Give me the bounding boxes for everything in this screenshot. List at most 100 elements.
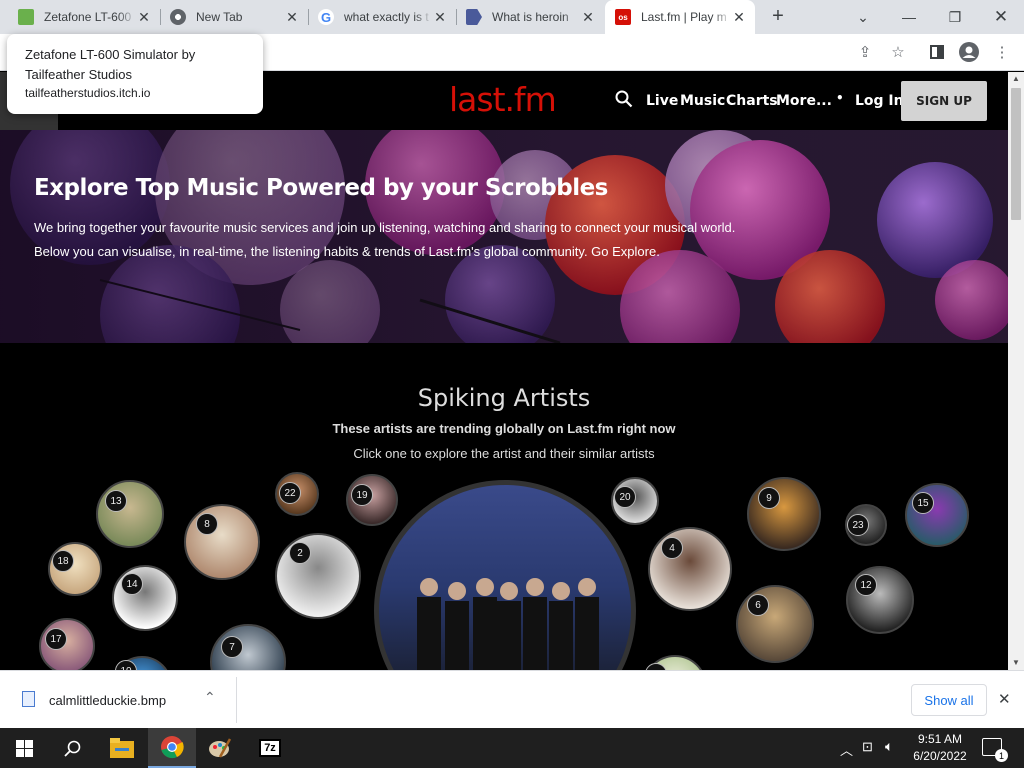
search-icon[interactable]	[48, 728, 96, 768]
artist-rank-badge: 9	[758, 487, 780, 509]
tab-title: what exactly is t	[344, 10, 429, 24]
file-explorer-icon[interactable]	[98, 728, 146, 768]
chrome-icon[interactable]	[148, 728, 196, 768]
new-tab-button[interactable]: +	[766, 5, 790, 29]
close-icon[interactable]: ✕	[284, 9, 300, 25]
artist-bubble[interactable]	[736, 585, 814, 663]
paint-icon[interactable]	[196, 728, 244, 768]
tab-title: Zetafone LT-600	[44, 10, 132, 24]
signup-button[interactable]: SIGN UP	[901, 81, 987, 121]
login-link[interactable]: Log In	[855, 93, 904, 109]
tab-google-search[interactable]: G what exactly is t ✕	[308, 0, 456, 34]
spiking-artists-subtitle: These artists are trending globally on L…	[332, 421, 676, 436]
artist-rank-badge: 7	[221, 636, 243, 658]
tab-title: New Tab	[196, 10, 243, 24]
restore-button[interactable]: ❐	[932, 0, 978, 34]
browser-tab-strip: Zetafone LT-600 ✕ New Tab ✕ G what exact…	[0, 0, 1024, 34]
scrollbar-thumb[interactable]	[1011, 88, 1021, 220]
tab-title: What is heroin	[492, 10, 569, 24]
spiking-artists-hint: Click one to explore the artist and thei…	[353, 446, 655, 461]
artist-rank-badge: 2	[289, 542, 311, 564]
page-scrollbar[interactable]: ▲ ▼	[1008, 72, 1024, 670]
tab-lastfm[interactable]: os Last.fm | Play m ✕	[605, 0, 755, 34]
scroll-down-arrow-icon[interactable]: ▼	[1008, 656, 1024, 670]
artist-bubble[interactable]	[275, 533, 361, 619]
close-icon[interactable]: ✕	[432, 9, 448, 25]
chevron-up-icon[interactable]: ⌃	[204, 689, 216, 706]
artist-bubble[interactable]	[648, 527, 732, 611]
artist-bubble-top[interactable]	[374, 480, 636, 670]
download-filename[interactable]: calmlittleduckie.bmp	[49, 693, 166, 708]
hero-description-2: Below you can visualise, in real-time, t…	[34, 244, 660, 259]
lastfm-icon: os	[615, 9, 631, 25]
artist-bubble[interactable]	[112, 565, 178, 631]
artist-bubble[interactable]	[747, 477, 821, 551]
windows-taskbar: 7z ︿ ⊡ 🔈︎ 9:51 AM 6/20/2022 1	[0, 728, 1024, 768]
artist-rank-badge: 12	[855, 574, 877, 596]
tab-heroin-article[interactable]: What is heroin ✕	[456, 0, 604, 34]
artist-bubble[interactable]	[905, 483, 969, 547]
artist-rank-badge: 15	[912, 492, 934, 514]
close-icon[interactable]: ✕	[580, 9, 596, 25]
tooltip-title: Zetafone LT-600 Simulator by Tailfeather…	[25, 47, 196, 82]
system-clock[interactable]: 9:51 AM 6/20/2022	[905, 731, 975, 765]
tab-hover-tooltip: Zetafone LT-600 Simulator by Tailfeather…	[7, 34, 263, 114]
close-icon[interactable]: ✕	[136, 9, 152, 25]
lastfm-logo[interactable]: last.fm	[449, 80, 557, 119]
chrome-icon	[170, 9, 186, 25]
notifications-icon[interactable]: 1	[982, 738, 1008, 762]
artist-rank-badge: 18	[52, 550, 74, 572]
nav-more[interactable]: More...	[776, 93, 832, 109]
spiking-artists-title: Spiking Artists	[417, 384, 591, 412]
search-icon[interactable]	[615, 90, 633, 112]
nav-dot: •	[836, 91, 844, 105]
menu-kebab-icon[interactable]: ⋮	[990, 40, 1014, 64]
side-panel-icon[interactable]	[925, 40, 949, 64]
file-icon	[22, 691, 35, 707]
profile-avatar-icon[interactable]	[957, 40, 981, 64]
google-icon: G	[318, 9, 334, 25]
artist-rank-badge: 22	[279, 482, 301, 504]
tab-new-tab[interactable]: New Tab ✕	[160, 0, 308, 34]
nav-live[interactable]: Live	[646, 93, 678, 109]
volume-icon[interactable]: 🔈︎	[885, 738, 893, 755]
share-icon[interactable]: ⇪	[853, 40, 877, 64]
artist-rank-badge: 17	[45, 628, 67, 650]
hero-title: Explore Top Music Powered by your Scrobb…	[34, 175, 608, 201]
zetafone-icon	[18, 9, 34, 25]
windows-start-icon[interactable]	[0, 728, 48, 768]
screen: Zetafone LT-600 ✕ New Tab ✕ G what exact…	[0, 0, 1024, 768]
artist-rank-badge: 19	[351, 484, 373, 506]
hero-banner: Explore Top Music Powered by your Scrobb…	[0, 130, 1008, 343]
scroll-up-arrow-icon[interactable]: ▲	[1008, 72, 1024, 86]
7zip-icon[interactable]: 7z	[246, 728, 294, 768]
tab-zetafone[interactable]: Zetafone LT-600 ✕	[8, 0, 160, 34]
close-icon[interactable]: ✕	[998, 690, 1011, 708]
artist-rank-badge: 23	[847, 514, 869, 536]
nav-music[interactable]: Music	[680, 93, 725, 109]
close-icon[interactable]: ✕	[731, 9, 747, 25]
artist-bubble[interactable]	[184, 504, 260, 580]
network-icon[interactable]: ⊡	[862, 739, 873, 755]
clock-time: 9:51 AM	[917, 732, 963, 746]
hero-description-1: We bring together your favourite music s…	[34, 220, 736, 235]
artist-rank-badge: 6	[747, 594, 769, 616]
minimize-button[interactable]: —	[886, 0, 932, 34]
nav-charts[interactable]: Charts	[726, 93, 778, 109]
show-hidden-icons-chevron-icon[interactable]: ︿	[840, 740, 853, 759]
page-viewport: last.fm Live Music Charts More... • Log …	[0, 72, 1008, 670]
show-all-button[interactable]: Show all	[911, 684, 987, 716]
hero-overlay	[0, 130, 1008, 343]
artist-rank-badge: 4	[661, 537, 683, 559]
artist-bubble[interactable]	[96, 480, 164, 548]
bookmark-star-icon[interactable]: ☆	[886, 40, 910, 64]
tab-title: Last.fm | Play m	[641, 10, 727, 24]
artist-bubble[interactable]	[846, 566, 914, 634]
close-window-button[interactable]: ✕	[978, 0, 1024, 34]
artist-rank-badge: 20	[614, 486, 636, 508]
artist-rank-badge: 8	[196, 513, 218, 535]
artist-rank-badge: 14	[121, 573, 143, 595]
tab-search-chevron-icon[interactable]: ⌄	[840, 0, 886, 34]
notification-count-badge: 1	[995, 749, 1008, 762]
artist-rank-badge: 13	[105, 490, 127, 512]
